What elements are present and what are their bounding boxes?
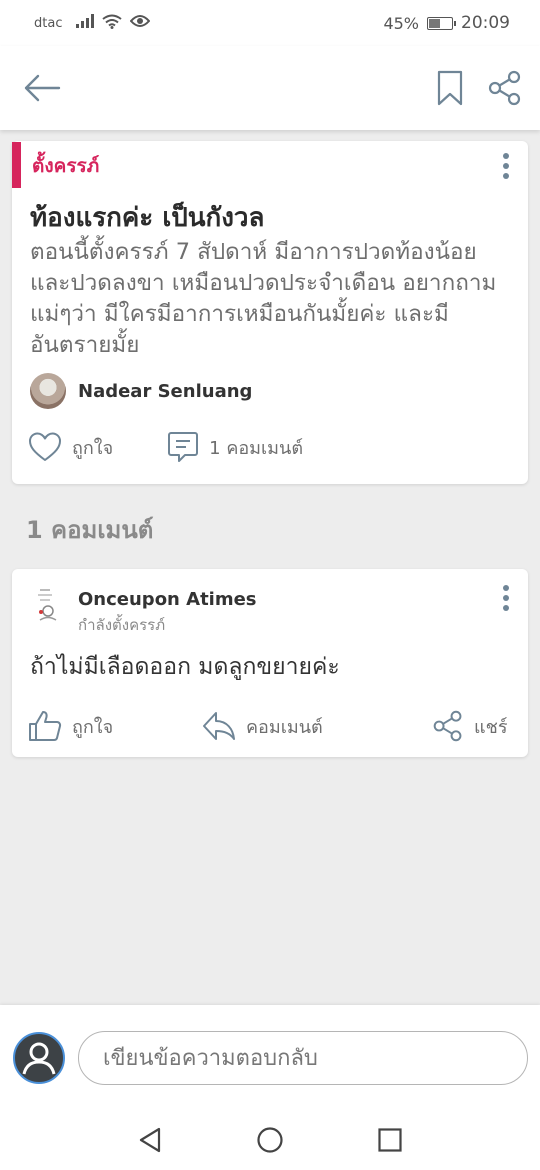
commenter-name[interactable]: Onceupon Atimes	[78, 589, 257, 610]
more-dot-icon	[503, 163, 509, 169]
comment-share-button[interactable]: แชร์	[432, 709, 508, 743]
like-label: ถูกใจ	[72, 437, 114, 459]
comment-like-label: ถูกใจ	[72, 716, 114, 738]
triangle-back-icon	[139, 1127, 161, 1153]
author-name[interactable]: Nadear Senluang	[78, 381, 252, 402]
comment-count-label: 1 คอมเมนต์	[209, 437, 304, 459]
thumbs-up-icon	[29, 711, 62, 741]
comment-reply-button[interactable]: คอมเมนต์	[202, 709, 323, 743]
commenter-status: กำลังตั้งครรภ์	[78, 616, 166, 634]
circle-home-icon	[257, 1127, 283, 1153]
clock: 20:09	[461, 13, 510, 33]
status-left: dtac	[34, 14, 151, 33]
share-button[interactable]	[483, 66, 527, 110]
status-bar: dtac 45% 20:09	[0, 0, 540, 46]
post-more-options-button[interactable]	[496, 151, 516, 181]
more-dot-icon	[503, 605, 509, 611]
carrier-label: dtac	[34, 15, 63, 31]
post-body: ตอนนี้ตั้งครรภ์ 7 สัปดาห์ มีอาการปวดท้อง…	[30, 239, 497, 358]
comment-reply-label: คอมเมนต์	[246, 716, 323, 738]
app-header	[0, 46, 540, 130]
author-avatar[interactable]	[30, 373, 66, 409]
reply-arrow-icon	[203, 712, 235, 740]
comment-icon	[168, 432, 199, 462]
battery-percent: 45%	[383, 13, 419, 33]
reply-bar	[0, 1005, 540, 1109]
share-icon	[488, 70, 521, 106]
heart-icon	[29, 432, 61, 461]
post-comment-button[interactable]: 1 คอมเมนต์	[167, 431, 303, 463]
eye-icon	[130, 14, 151, 32]
share-icon	[433, 710, 462, 742]
back-button[interactable]	[20, 66, 64, 110]
comment-actions: ถูกใจ คอมเมนต์ แชร์	[28, 709, 518, 743]
more-dot-icon	[503, 595, 509, 601]
comment-share-label: แชร์	[474, 716, 508, 738]
comment-more-options-button[interactable]	[496, 583, 516, 613]
comments-heading: 1 คอมเมนต์	[26, 516, 154, 544]
signal-icon	[76, 14, 95, 32]
post-like-button[interactable]: ถูกใจ	[28, 432, 113, 462]
back-arrow-icon	[24, 74, 61, 102]
reply-input[interactable]	[78, 1031, 528, 1085]
comment-card: Onceupon Atimes กำลังตั้งครรภ์ ถ้าไม่มีเ…	[12, 569, 528, 757]
commenter-avatar[interactable]	[34, 587, 62, 623]
post-author[interactable]: Nadear Senluang	[30, 373, 252, 409]
user-icon	[22, 1042, 56, 1075]
post-category[interactable]: ตั้งครรภ์	[32, 151, 99, 181]
comment-text: ถ้าไม่มีเลือดออก มดลูกขยายค่ะ	[30, 654, 340, 680]
bookmark-icon	[437, 70, 463, 106]
post-actions: ถูกใจ 1 คอมเมนต์	[28, 430, 518, 464]
comment-like-button[interactable]: ถูกใจ	[28, 709, 113, 743]
category-marker	[12, 142, 21, 188]
post-card: ตั้งครรภ์ ท้องแรกค่ะ เป็นกังวล ตอนนี้ตั้…	[12, 141, 528, 484]
nav-home-button[interactable]	[253, 1123, 287, 1157]
post-title: ท้องแรกค่ะ เป็นกังวล	[30, 203, 265, 233]
more-dot-icon	[503, 173, 509, 179]
battery-icon	[427, 16, 456, 30]
wifi-icon	[102, 14, 123, 33]
square-recents-icon	[378, 1128, 402, 1152]
more-dot-icon	[503, 585, 509, 591]
nav-back-button[interactable]	[133, 1123, 167, 1157]
system-nav-bar	[0, 1109, 540, 1170]
bookmark-button[interactable]	[430, 66, 470, 110]
nav-recents-button[interactable]	[373, 1123, 407, 1157]
user-avatar[interactable]	[13, 1032, 65, 1084]
status-right: 45% 20:09	[383, 13, 510, 33]
more-dot-icon	[503, 153, 509, 159]
